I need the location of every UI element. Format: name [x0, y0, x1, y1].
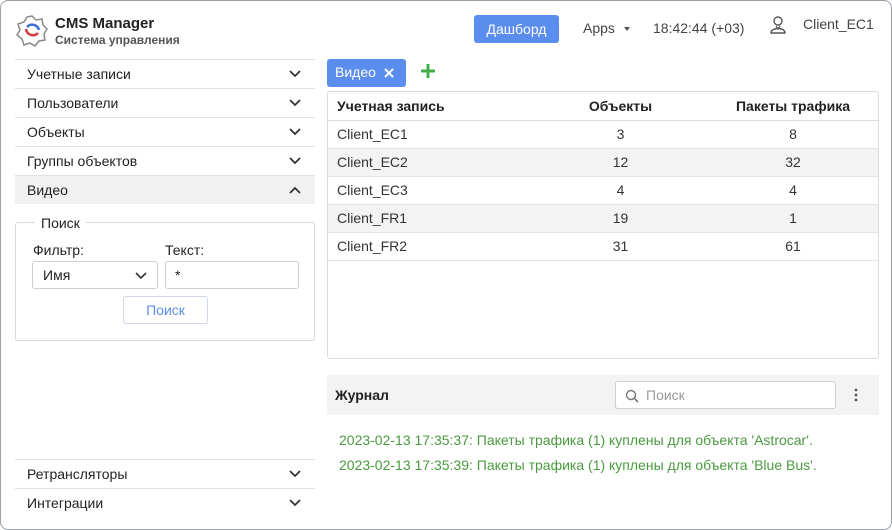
chevron-down-icon: [289, 157, 301, 165]
column-header[interactable]: Пакеты трафика: [708, 92, 878, 121]
sidebar-item-accounts[interactable]: Учетные записи: [15, 59, 315, 88]
search-legend: Поиск: [35, 215, 86, 231]
header: CMS Manager Система управления Дашборд A…: [1, 1, 891, 57]
clock: 18:42:44 (+03): [653, 20, 745, 36]
tab-label: Видео: [335, 64, 376, 80]
sidebar-item-users[interactable]: Пользователи: [15, 88, 315, 117]
accounts-table: Учетная запись Объекты Пакеты трафика Cl…: [327, 91, 879, 359]
chevron-down-icon: [289, 499, 301, 507]
sidebar-item-label: Пользователи: [27, 95, 119, 111]
sidebar-item-label: Объекты: [27, 124, 85, 140]
table-cell: 12: [533, 148, 708, 177]
table-cell: 8: [708, 120, 878, 149]
sidebar-item-object-groups[interactable]: Группы объектов: [15, 146, 315, 175]
user-name[interactable]: Client_EC1: [803, 16, 874, 32]
journal-search-input[interactable]: [646, 385, 826, 405]
sidebar-item-integrations[interactable]: Интеграции: [15, 488, 315, 517]
search-text-input[interactable]: [165, 261, 299, 289]
table-cell: 1: [708, 204, 878, 233]
table-row[interactable]: Client_FR2 31 61: [328, 232, 878, 261]
table-cell: 19: [533, 204, 708, 233]
column-header[interactable]: Учетная запись: [328, 92, 533, 121]
journal-header: Журнал: [327, 375, 879, 415]
table-cell: 61: [708, 232, 878, 261]
app-window: CMS Manager Система управления Дашборд A…: [0, 0, 892, 530]
sidebar-item-label: Ретрансляторы: [27, 466, 128, 482]
chevron-down-icon: [289, 99, 301, 107]
sidebar-item-label: Интеграции: [27, 495, 104, 511]
chevron-down-icon: [289, 128, 301, 136]
tab-video[interactable]: Видео: [327, 59, 406, 87]
filter-label: Фильтр:: [33, 242, 84, 258]
caret-down-icon[interactable]: [624, 27, 630, 31]
search-button[interactable]: Поиск: [123, 296, 208, 324]
table-cell: 4: [708, 176, 878, 205]
sidebar-item-label: Группы объектов: [27, 153, 138, 169]
chevron-down-icon: [289, 470, 301, 478]
dashboard-button[interactable]: Дашборд: [474, 15, 559, 43]
table-cell: 4: [533, 176, 708, 205]
sidebar-item-retranslators[interactable]: Ретрансляторы: [15, 459, 315, 488]
sidebar-item-video[interactable]: Видео: [15, 175, 315, 204]
table-header-row: Учетная запись Объекты Пакеты трафика: [328, 92, 878, 121]
table-cell: Client_EC1: [328, 120, 533, 149]
logo-icon: [16, 15, 48, 47]
table-cell: 31: [533, 232, 708, 261]
table-cell: 3: [533, 120, 708, 149]
journal-entry: 2023-02-13 17:35:37: Пакеты трафика (1) …: [339, 432, 813, 448]
sidebar: Учетные записи Пользователи Объекты Груп…: [15, 59, 315, 518]
table-row[interactable]: Client_EC3 4 4: [328, 176, 878, 205]
table-cell: Client_EC3: [328, 176, 533, 205]
table-cell: Client_FR2: [328, 232, 533, 261]
table-cell: Client_EC2: [328, 148, 533, 177]
sidebar-item-label: Видео: [27, 182, 68, 198]
app-subtitle: Система управления: [55, 33, 180, 47]
table-cell: 32: [708, 148, 878, 177]
journal-search[interactable]: [615, 381, 836, 409]
sidebar-item-objects[interactable]: Объекты: [15, 117, 315, 146]
column-header[interactable]: Объекты: [533, 92, 708, 121]
search-icon: [625, 389, 639, 403]
user-icon[interactable]: [770, 16, 786, 34]
table-row[interactable]: Client_EC2 12 32: [328, 148, 878, 177]
journal-title: Журнал: [335, 387, 389, 403]
chevron-up-icon: [289, 186, 301, 194]
more-options-icon[interactable]: [852, 388, 860, 402]
filter-select[interactable]: Имя: [32, 261, 158, 289]
journal-entry: 2023-02-13 17:35:39: Пакеты трафика (1) …: [339, 457, 817, 473]
sidebar-item-label: Учетные записи: [27, 66, 131, 82]
chevron-down-icon: [289, 70, 301, 78]
apps-menu[interactable]: Apps: [583, 20, 615, 36]
chevron-down-icon: [135, 272, 147, 280]
table-row[interactable]: Client_EC1 3 8: [328, 120, 878, 149]
table-cell: Client_FR1: [328, 204, 533, 233]
app-title: CMS Manager: [55, 15, 155, 32]
add-tab-icon[interactable]: [421, 64, 435, 78]
close-icon[interactable]: [384, 68, 394, 78]
table-row[interactable]: Client_FR1 19 1: [328, 204, 878, 233]
text-label: Текст:: [165, 242, 205, 258]
filter-select-value: Имя: [43, 267, 71, 283]
video-search-panel: Поиск Фильтр: Текст: Имя Поиск: [15, 215, 315, 341]
